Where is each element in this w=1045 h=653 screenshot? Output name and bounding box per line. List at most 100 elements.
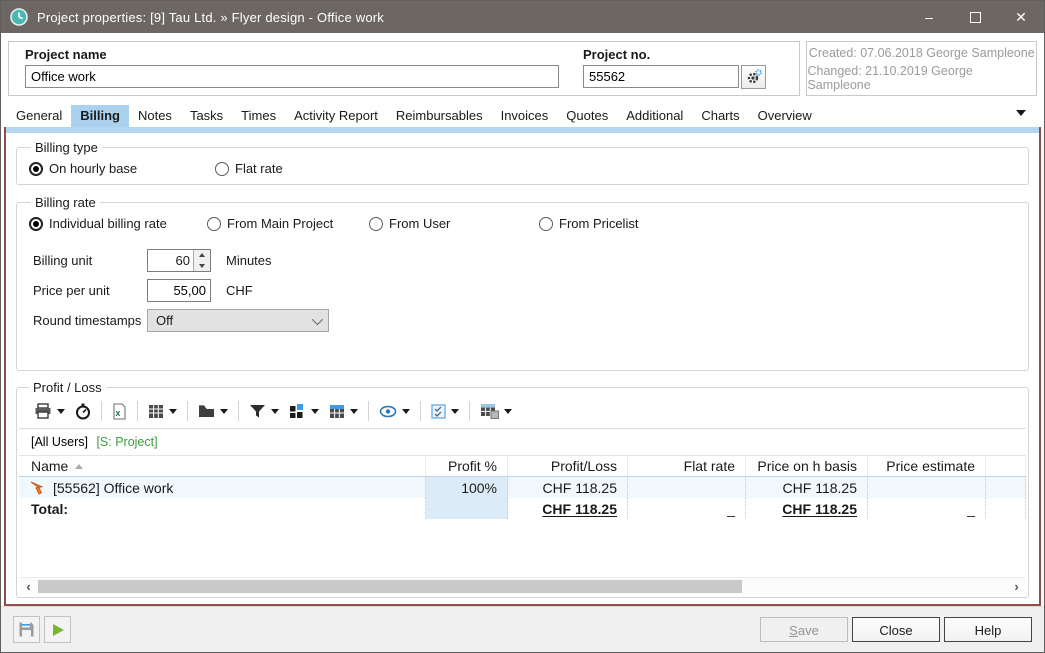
- scrollbar-track[interactable]: [37, 579, 1008, 594]
- table-row-flat-rate[interactable]: [628, 477, 746, 498]
- dropdown-arrow-icon[interactable]: [169, 409, 177, 418]
- color-squares-button[interactable]: [284, 400, 324, 422]
- timer-button[interactable]: [70, 400, 96, 422]
- header-section: Project name Project no.: [8, 41, 1037, 96]
- radio-from-user[interactable]: From User: [369, 216, 539, 231]
- maximize-button[interactable]: [952, 1, 998, 33]
- radio-from-main-project[interactable]: From Main Project: [207, 216, 369, 231]
- visibility-button[interactable]: [374, 400, 415, 422]
- radio-label: From User: [389, 216, 450, 231]
- total-profit-pct: [426, 498, 508, 519]
- filter-icon: [249, 403, 266, 419]
- save-button[interactable]: Save: [760, 617, 848, 642]
- close-button[interactable]: Close: [852, 617, 940, 642]
- column-header-profit-pct[interactable]: Profit %: [426, 456, 508, 477]
- tab-notes[interactable]: Notes: [129, 105, 181, 127]
- radio-selected-icon: [29, 162, 43, 176]
- total-price-on-h-basis: CHF 118.25: [746, 498, 868, 519]
- total-profit-loss: CHF 118.25: [508, 498, 628, 519]
- table-sum-button[interactable]: [324, 400, 363, 422]
- tab-billing[interactable]: Billing: [71, 105, 129, 127]
- round-timestamps-value: Off: [156, 313, 173, 328]
- radio-label: Individual billing rate: [49, 216, 167, 231]
- tab-overflow-arrow-icon[interactable]: [1016, 110, 1026, 121]
- dropdown-arrow-icon[interactable]: [402, 409, 410, 418]
- close-window-button[interactable]: ✕: [998, 1, 1044, 33]
- table-row-profit-loss[interactable]: CHF 118.25: [508, 477, 628, 498]
- export-excel-icon: x: [112, 403, 127, 420]
- dropdown-arrow-icon[interactable]: [57, 409, 65, 418]
- column-header-profit-loss[interactable]: Profit/Loss: [508, 456, 628, 477]
- column-header-name[interactable]: Name: [19, 456, 426, 477]
- folder-button[interactable]: [193, 400, 233, 422]
- export-excel-button[interactable]: x: [107, 400, 132, 422]
- tab-general[interactable]: General: [7, 105, 71, 127]
- start-timer-button[interactable]: [44, 616, 71, 643]
- scroll-left-icon[interactable]: ‹: [20, 579, 37, 594]
- radio-selected-icon: [29, 217, 43, 231]
- quick-save-button[interactable]: [13, 616, 40, 643]
- horizontal-scrollbar[interactable]: ‹ ›: [20, 577, 1025, 594]
- dropdown-arrow-icon[interactable]: [350, 409, 358, 418]
- project-no-settings-button[interactable]: [741, 65, 766, 89]
- radio-on-hourly-base[interactable]: On hourly base: [29, 161, 215, 176]
- tab-tasks[interactable]: Tasks: [181, 105, 232, 127]
- radio-label: From Pricelist: [559, 216, 638, 231]
- tab-charts[interactable]: Charts: [692, 105, 748, 127]
- radio-individual-billing-rate[interactable]: Individual billing rate: [29, 216, 207, 231]
- billing-unit-value[interactable]: 60: [148, 250, 193, 271]
- radio-from-pricelist[interactable]: From Pricelist: [539, 216, 638, 231]
- checklist-icon: [431, 404, 446, 419]
- profit-loss-toolbar: x: [19, 395, 1026, 429]
- column-header-flat-rate[interactable]: Flat rate: [628, 456, 746, 477]
- billing-unit-stepper[interactable]: 60: [147, 249, 211, 272]
- toolbar-separator: [187, 401, 188, 421]
- filter-button[interactable]: [244, 400, 284, 422]
- table-row-profit-pct[interactable]: 100%: [426, 477, 508, 498]
- dropdown-arrow-icon[interactable]: [504, 409, 512, 418]
- tab-reimbursables[interactable]: Reimbursables: [387, 105, 492, 127]
- project-icon: [29, 480, 46, 495]
- billing-tab-page: Billing type On hourly base Flat rate Bi…: [4, 127, 1041, 606]
- tab-invoices[interactable]: Invoices: [492, 105, 558, 127]
- dropdown-arrow-icon[interactable]: [220, 409, 228, 418]
- dropdown-arrow-icon[interactable]: [451, 409, 459, 418]
- project-no-input[interactable]: [583, 65, 739, 88]
- tab-overview[interactable]: Overview: [749, 105, 821, 127]
- tab-activity-report[interactable]: Activity Report: [285, 105, 387, 127]
- round-timestamps-label: Round timestamps: [33, 313, 147, 328]
- tab-times[interactable]: Times: [232, 105, 285, 127]
- radio-label: Flat rate: [235, 161, 283, 176]
- maximize-icon: [970, 12, 981, 23]
- table-grid-button[interactable]: [143, 400, 182, 422]
- price-per-unit-input[interactable]: [147, 279, 211, 302]
- table-row-price-on-h-basis[interactable]: CHF 118.25: [746, 477, 868, 498]
- tab-quotes[interactable]: Quotes: [557, 105, 617, 127]
- clock-app-icon: [10, 8, 28, 26]
- column-header-price-estimate[interactable]: Price estimate: [868, 456, 986, 477]
- spin-up-icon[interactable]: [194, 250, 210, 261]
- radio-unselected-icon: [539, 217, 553, 231]
- dropdown-arrow-icon[interactable]: [271, 409, 279, 418]
- print-button[interactable]: [29, 400, 70, 422]
- audit-info-box: Created: 07.06.2018 George Sampleone Cha…: [806, 41, 1037, 96]
- radio-flat-rate[interactable]: Flat rate: [215, 161, 283, 176]
- toolbar-separator: [420, 401, 421, 421]
- scroll-right-icon[interactable]: ›: [1008, 579, 1025, 594]
- round-timestamps-select[interactable]: Off: [147, 309, 329, 332]
- dropdown-arrow-icon[interactable]: [311, 409, 319, 418]
- table-save-button[interactable]: [475, 400, 517, 422]
- table-grid-icon: [148, 404, 164, 419]
- minimize-button[interactable]: –: [906, 1, 952, 33]
- checklist-button[interactable]: [426, 400, 464, 422]
- tab-additional[interactable]: Additional: [617, 105, 692, 127]
- column-header-price-on-h-basis[interactable]: Price on h basis: [746, 456, 868, 477]
- radio-unselected-icon: [369, 217, 383, 231]
- window-title: Project properties: [9] Tau Ltd. » Flyer…: [37, 10, 384, 25]
- table-row-name[interactable]: [55562] Office work: [19, 477, 426, 498]
- table-row-price-estimate[interactable]: [868, 477, 986, 498]
- help-button[interactable]: Help: [944, 617, 1032, 642]
- scrollbar-thumb[interactable]: [38, 580, 742, 593]
- spin-down-icon[interactable]: [194, 261, 210, 272]
- project-name-input[interactable]: [25, 65, 559, 88]
